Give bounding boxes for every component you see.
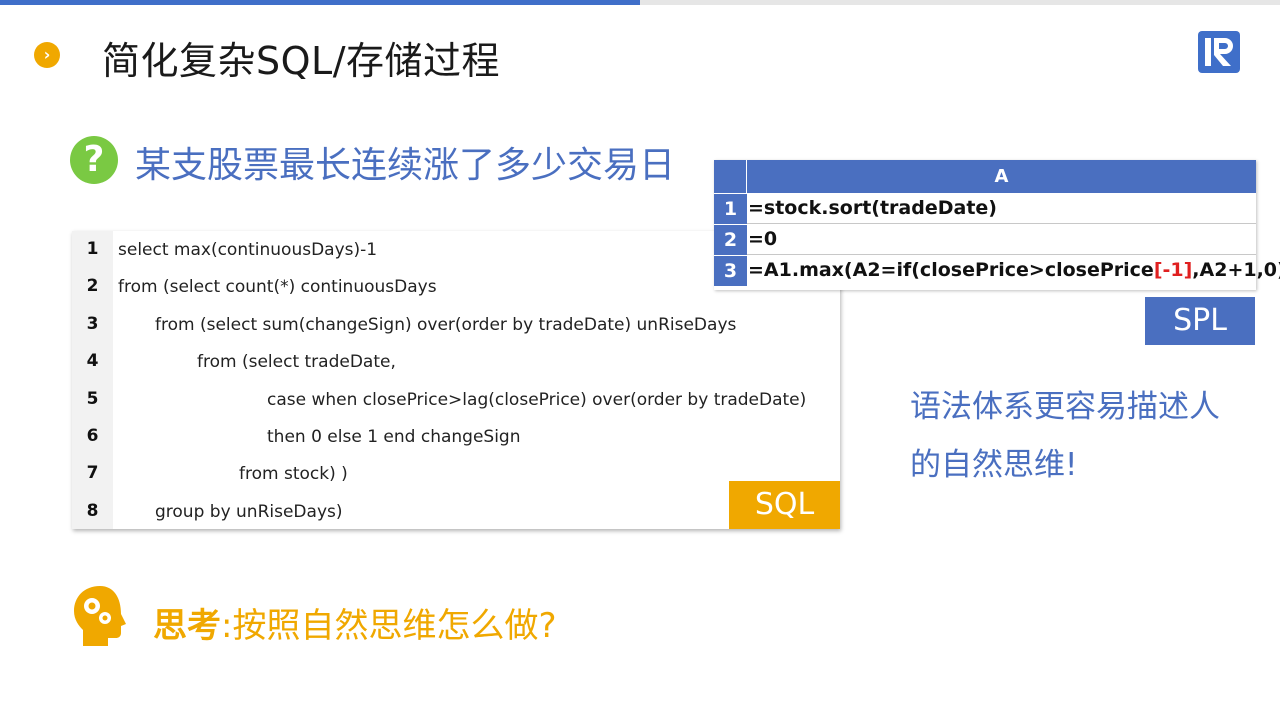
code-line: 5 case when closePrice>lag(closePrice) o… — [72, 381, 840, 418]
code-text: then 0 else 1 end changeSign — [267, 427, 521, 447]
code-line: 7 from stock) ) — [72, 455, 840, 492]
spl-badge: SPL — [1145, 297, 1255, 345]
line-number: 7 — [86, 463, 99, 484]
grid-cell[interactable]: =0 — [748, 224, 777, 255]
grid-row: 1 =stock.sort(tradeDate) — [714, 193, 1256, 224]
spl-grid: A 1 =stock.sort(tradeDate) 2 =0 3 =A1.ma… — [714, 160, 1280, 290]
row-number: 1 — [714, 193, 747, 224]
top-progress-track — [640, 0, 1280, 5]
question-text: 某支股票最长连续涨了多少交易日 — [135, 145, 676, 186]
line-number: 2 — [86, 276, 99, 297]
line-number: 4 — [86, 351, 99, 372]
cell-text: ,A2+1,0)) — [1192, 259, 1280, 281]
line-number: 6 — [86, 426, 99, 446]
r-logo-icon — [1198, 31, 1240, 73]
think-prompt: 思考:按照自然思维怎么做? — [153, 598, 557, 647]
grid-corner — [714, 160, 747, 193]
page-title: 简化复杂SQL/存储过程 — [102, 39, 501, 83]
code-text: case when closePrice>lag(closePrice) ove… — [267, 389, 807, 410]
cell-text: =A1.max(A2=if(closePrice>closePrice — [748, 259, 1154, 281]
chevron-right-icon: › — [34, 42, 60, 68]
head-gears-icon — [74, 586, 126, 646]
grid-cell[interactable]: =A1.max(A2=if(closePrice>closePrice[-1],… — [748, 255, 1280, 286]
line-number: 1 — [86, 239, 99, 259]
code-text: group by unRiseDays) — [155, 501, 343, 522]
sql-badge: SQL — [729, 481, 840, 529]
code-line: 6 then 0 else 1 end changeSign — [72, 418, 840, 455]
row-number: 2 — [714, 224, 747, 255]
grid-row: 3 =A1.max(A2=if(closePrice>closePrice[-1… — [714, 255, 1280, 286]
think-text: :按照自然思维怎么做? — [221, 606, 557, 646]
code-line: 3 from (select sum(changeSign) over(orde… — [72, 306, 840, 343]
cell-highlight: [-1] — [1153, 259, 1193, 281]
question-mark-icon: ? — [70, 136, 118, 184]
think-label: 思考 — [153, 606, 221, 646]
code-text: from (select count(*) continuousDays — [118, 277, 437, 298]
top-progress-bar — [0, 0, 640, 5]
line-number: 8 — [86, 500, 99, 521]
code-text: select max(continuousDays)-1 — [118, 240, 378, 260]
code-text: from (select sum(changeSign) over(order … — [155, 314, 737, 335]
column-header: A — [747, 160, 1256, 193]
line-number: 5 — [86, 388, 99, 409]
grid-row: 2 =0 — [714, 224, 1256, 255]
row-number: 3 — [714, 255, 747, 286]
code-line: 4 from (select tradeDate, — [72, 343, 840, 380]
grid-cell[interactable]: =stock.sort(tradeDate) — [748, 193, 997, 224]
line-number: 3 — [86, 313, 99, 334]
code-text: from stock) ) — [239, 464, 348, 485]
code-line: 8 group by unRiseDays) — [72, 493, 840, 530]
code-text: from (select tradeDate, — [197, 352, 396, 373]
side-note: 语法体系更容易描述人的自然思维! — [910, 389, 1220, 483]
